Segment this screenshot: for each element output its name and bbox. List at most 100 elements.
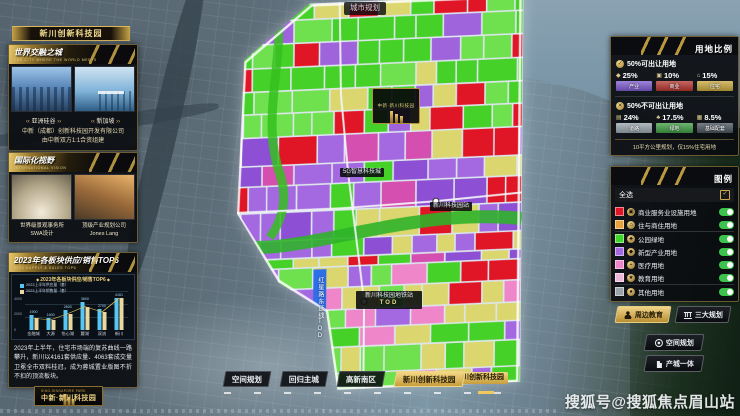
button-industry-city[interactable]: 产城一体 bbox=[644, 355, 705, 372]
road-icon: ▤ bbox=[616, 114, 622, 121]
tag-asia-silicon-valley: 亚洲硅谷 bbox=[26, 116, 61, 125]
legend-color-swatch bbox=[615, 260, 624, 269]
legend-row: ▣商业服务业设施用地 bbox=[615, 205, 734, 218]
bar-category: 大源 bbox=[46, 331, 54, 337]
landuse-color-bar: 道路 bbox=[616, 123, 652, 133]
bottom-bar-button[interactable]: 高新南区 bbox=[337, 371, 386, 387]
landuse-item: ▤24%道路 bbox=[616, 113, 652, 133]
industry-icon: ◆ bbox=[627, 248, 635, 256]
landuse-item: ⌂15%住宅 bbox=[697, 71, 733, 91]
button-spatial-planning[interactable]: 空间规划 bbox=[644, 334, 705, 351]
panel-vision-title: 国际化视野 bbox=[14, 155, 132, 166]
landuse-color-bar: 基础配套 bbox=[697, 123, 733, 133]
landuse-percent: 24% bbox=[624, 113, 639, 122]
bar-category: 金融城 bbox=[27, 331, 40, 337]
legend-row: ⌂住与商住用地 bbox=[615, 218, 734, 231]
landuse-section-sellable: ✓ 50%可出让用地 ◆25%产业▣10%商业⌂15%住宅 bbox=[611, 55, 738, 96]
legend-toggle[interactable] bbox=[719, 221, 734, 229]
landuse-item-top: ♣17.5% bbox=[656, 113, 692, 122]
landuse-percent: 8.5% bbox=[704, 113, 721, 122]
chart-legend-item: 2023上半年供应量（套） bbox=[20, 283, 69, 288]
landuse-percent: 25% bbox=[623, 71, 638, 80]
tower-icon bbox=[388, 111, 404, 123]
y-axis-tick: 2000 bbox=[14, 312, 22, 316]
legend-color-swatch bbox=[615, 207, 624, 216]
legend-color-swatch bbox=[615, 287, 624, 296]
panel-world-header: 世界交融之城 THE CITY WHERE THE WORLD MEETS bbox=[9, 45, 137, 64]
landuse-section-nonsellable: ✕ 50%不可出让用地 ▤24%道路♣17.5%绿地▦8.5%基础配套 bbox=[611, 97, 738, 138]
photo-industry-planning bbox=[74, 174, 135, 220]
panel-legend: 图例 LEGEND 全选 ✓ ▣商业服务业设施用地⌂住与商住用地♣公园绿地◆新型… bbox=[610, 166, 739, 302]
legend-item-label: 其他用地 bbox=[638, 287, 716, 297]
education-icon: ★ bbox=[627, 274, 635, 282]
panel-world-city: 世界交融之城 THE CITY WHERE THE WORLD MEETS 亚洲… bbox=[8, 44, 138, 151]
panel-world-title: 世界交融之城 bbox=[14, 47, 132, 58]
landuse-item: ◆25%产业 bbox=[616, 71, 652, 91]
landuse-percent: 15% bbox=[702, 71, 717, 80]
tab-city-planning[interactable]: 城市规划 bbox=[344, 2, 386, 15]
legend-row: ◆新型产业用地 bbox=[615, 245, 734, 258]
legend-list: ▣商业服务业设施用地⌂住与商住用地♣公园绿地◆新型产业用地+医疗用地★教育用地●… bbox=[611, 205, 738, 301]
bottom-bar-button[interactable]: 新川创新科技园 bbox=[394, 371, 465, 387]
panel-world-subtitle: THE CITY WHERE THE WORLD MEETS bbox=[14, 58, 132, 62]
landuse-item-top: ▦8.5% bbox=[697, 113, 733, 122]
section-badge-icon: ✓ bbox=[616, 60, 624, 68]
tower-icon bbox=[62, 394, 75, 405]
landuse-color-bar: 绿地 bbox=[656, 123, 692, 133]
watermark: 搜狐号@搜狐焦点眉山站 bbox=[565, 391, 735, 412]
landuse-title: 用地比例 bbox=[695, 44, 733, 54]
legend-toggle[interactable] bbox=[719, 235, 734, 243]
bottom-bar-button[interactable]: 空间规划 bbox=[223, 371, 272, 387]
legend-swatch bbox=[20, 290, 24, 294]
person-icon bbox=[624, 311, 632, 319]
legend-color-swatch bbox=[615, 220, 624, 229]
bottom-microtext bbox=[0, 409, 560, 413]
legend-toggle[interactable] bbox=[719, 261, 734, 269]
page-title-banner: 新川创新科技园 bbox=[12, 26, 130, 41]
y-axis-tick: 0 bbox=[14, 328, 16, 332]
compass-icon bbox=[655, 339, 663, 347]
residential-icon: ⌂ bbox=[697, 73, 701, 79]
panel-world-line1: 中新（成都）创新科技园开发有限公司 bbox=[13, 128, 133, 137]
legend-toggle[interactable] bbox=[719, 288, 734, 296]
photo-landscape-design bbox=[11, 174, 72, 220]
landuse-item: ♣17.5%绿地 bbox=[656, 113, 692, 133]
landuse-item-top: ▣10% bbox=[656, 71, 692, 80]
building-icon bbox=[655, 360, 663, 368]
legend-select-all[interactable]: 全选 ✓ bbox=[615, 188, 734, 202]
chart-title: 2023年各板块供应/销售TOP6 bbox=[12, 276, 134, 283]
checkbox-icon[interactable]: ✓ bbox=[720, 190, 730, 200]
legend-toggle[interactable] bbox=[719, 274, 734, 282]
panel-market-title: 2023年各板块供应/销售TOP6 bbox=[14, 255, 132, 266]
bar-category: 怡心湖 bbox=[61, 331, 74, 337]
tod-label-line1: 新川科技园地铁站 bbox=[358, 293, 420, 300]
bar-category: 麓湖 bbox=[81, 331, 89, 337]
panel-world-line2: 由中新双方1:1合资组建 bbox=[13, 137, 133, 146]
landuse-item: ▦8.5%基础配套 bbox=[697, 113, 733, 133]
button-three-plans[interactable]: 三大规划 bbox=[675, 306, 732, 323]
landuse-item-top: ◆25% bbox=[616, 71, 652, 80]
zoning-map[interactable] bbox=[220, 0, 523, 399]
legend-color-swatch bbox=[615, 234, 624, 243]
map-label-tod[interactable]: 新川科技园地铁站 TOD bbox=[356, 291, 422, 309]
caption-swa: 世界级景观事务所SWA设计 bbox=[12, 223, 72, 238]
legend-toggle[interactable] bbox=[719, 208, 734, 216]
bottom-bar-button-label: 空间规划 bbox=[232, 374, 262, 385]
bottom-bar-button-label: 新川创新科技园 bbox=[403, 374, 456, 385]
section-badge-icon: ✕ bbox=[616, 102, 624, 110]
other-icon: ● bbox=[627, 288, 635, 296]
landuse-section1-heading: 50%可出让用地 bbox=[627, 59, 676, 69]
medical-icon: + bbox=[627, 261, 635, 269]
bar-category: 新川 bbox=[115, 331, 123, 337]
landuse-color-bar: 住宅 bbox=[697, 81, 733, 91]
legend-toggle[interactable] bbox=[719, 248, 734, 256]
button-nearby-education[interactable]: 周边教育 bbox=[615, 306, 672, 323]
infra-icon: ▦ bbox=[697, 114, 703, 121]
map-label-xinchuan-station: 新川科技园站 bbox=[430, 202, 472, 211]
bottom-bar-button[interactable]: 回归主城 bbox=[280, 371, 329, 387]
panel-market-top6: 2023年各板块供应/销售TOP6 2023 SUPPLY & SALES TO… bbox=[8, 252, 138, 388]
park-logo-marker[interactable]: 中新·新川科技园 bbox=[372, 88, 420, 124]
legend-item-label: 医疗用地 bbox=[638, 260, 716, 270]
timeline-active-tick bbox=[478, 391, 494, 394]
landuse-color-bar: 产业 bbox=[616, 81, 652, 91]
